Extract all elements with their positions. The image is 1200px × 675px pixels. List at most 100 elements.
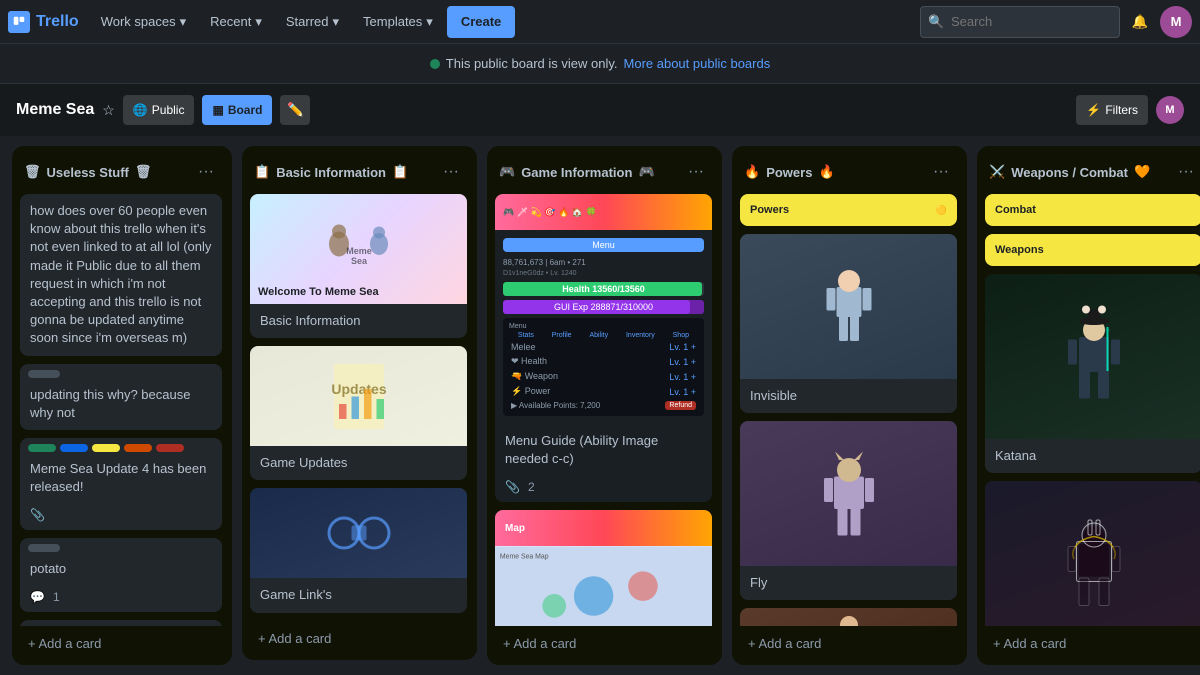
- trello-logo-text: Trello: [36, 13, 79, 31]
- public-boards-link[interactable]: More about public boards: [624, 56, 771, 71]
- add-card-powers[interactable]: + Add a card: [740, 630, 959, 657]
- trello-logo-icon: [8, 11, 30, 33]
- filters-button[interactable]: ⚡ Filters: [1076, 95, 1148, 125]
- board-header: Meme Sea ☆ 🌐 Public ▦ Board ✏️ ⚡ Filters…: [0, 84, 1200, 136]
- column-title-weapons: ⚔️ Weapons / Combat 🧡: [989, 164, 1150, 180]
- label-gray2: [28, 544, 60, 552]
- card-basic-info[interactable]: Meme Sea Welcome To Meme Sea Basic Infor…: [250, 194, 467, 338]
- trash-icon: 🗑: [24, 164, 41, 180]
- updates-svg: Updates: [309, 354, 409, 439]
- powers-header-bar: Powers 🟡: [740, 194, 957, 226]
- card-useless-2[interactable]: updating this why? because why not: [20, 364, 222, 430]
- card-invisible[interactable]: Invisible: [740, 234, 957, 413]
- card-powers-header[interactable]: Powers 🟡: [740, 194, 957, 226]
- column-menu-game[interactable]: ···: [682, 158, 710, 186]
- add-card-basic[interactable]: + Add a card: [250, 625, 469, 652]
- add-card-useless[interactable]: + Add a card: [20, 630, 224, 657]
- health-bar: Health 13560/13560: [503, 282, 704, 296]
- gamepad-icon: 🎮: [499, 164, 515, 180]
- chevron-down-icon: ▾: [426, 14, 433, 30]
- notifications-button[interactable]: 🔔: [1124, 6, 1156, 38]
- meme-sea-svg: Meme Sea: [309, 204, 409, 294]
- workspaces-button[interactable]: Work spaces ▾: [91, 6, 196, 38]
- customize-button[interactable]: ✏️: [280, 95, 310, 125]
- gamepad-icon2: 🎮: [638, 164, 654, 180]
- card-fly[interactable]: Fly: [740, 421, 957, 600]
- star-button[interactable]: ☆: [102, 102, 115, 119]
- sword-icon: ⚔️: [989, 164, 1005, 180]
- ability-menu: Menu StatsProfileAbilityInventoryShop Me…: [503, 318, 704, 416]
- stats-line: 88,761,673 | 6am • 271: [495, 256, 712, 269]
- board-area: 🗑 Useless Stuff 🗑 ··· how does over 60 p…: [0, 136, 1200, 675]
- label-green: [28, 444, 56, 452]
- card-game-links[interactable]: Game Link's: [250, 488, 467, 612]
- map-header: Map: [495, 510, 712, 546]
- clipboard-icon: 📋: [254, 164, 270, 180]
- column-header-game: 🎮 Game Information 🎮 ···: [495, 154, 714, 194]
- column-title-basic: 📋 Basic Information 📋: [254, 164, 408, 180]
- column-menu-powers[interactable]: ···: [927, 158, 955, 186]
- fire-icon2: 🔥: [818, 164, 834, 180]
- trash-icon2: 🗑: [135, 164, 152, 180]
- card-useless-3[interactable]: Meme Sea Update 4 has been released! 📎: [20, 438, 222, 530]
- combat-header-bar: Combat: [985, 194, 1200, 226]
- column-powers: 🔥 Powers 🔥 ··· Powers 🟡: [732, 146, 967, 665]
- add-card-weapons[interactable]: + Add a card: [985, 630, 1200, 657]
- map-svg: Meme Sea Map: [495, 546, 712, 626]
- card-hanger[interactable]: Hanger: [985, 481, 1200, 626]
- label-blue: [60, 444, 88, 452]
- svg-text:Meme Sea Map: Meme Sea Map: [500, 554, 549, 561]
- map-image: Meme Sea Map: [495, 546, 712, 626]
- card-map[interactable]: Map Meme Sea Map: [495, 510, 712, 626]
- column-menu-useless[interactable]: ···: [192, 158, 220, 186]
- cards-useless: how does over 60 people even know about …: [20, 194, 224, 626]
- gui-bar: GUI Exp 288871/310000: [503, 300, 704, 314]
- globe-icon: 🌐: [133, 103, 148, 117]
- updates-image: Updates: [250, 346, 467, 446]
- label-gray: [28, 370, 60, 378]
- column-menu-weapons[interactable]: ···: [1172, 158, 1200, 186]
- cards-basic: Meme Sea Welcome To Meme Sea Basic Infor…: [250, 194, 469, 621]
- search-input[interactable]: [920, 6, 1120, 38]
- visibility-button[interactable]: 🌐 Public: [123, 95, 195, 125]
- label-orange: [124, 444, 152, 452]
- card-weapons-header[interactable]: Weapons: [985, 234, 1200, 266]
- cards-powers: Powers 🟡: [740, 194, 959, 626]
- clipboard-icon2: 📋: [392, 164, 408, 180]
- attachment-icon: 📎: [30, 508, 45, 522]
- column-title-useless: 🗑 Useless Stuff 🗑: [24, 164, 151, 180]
- fire-icon: 🔥: [744, 164, 760, 180]
- game-info-header: 🎮 🗡 💫 🎯 🔥 🏠 🍀: [495, 194, 712, 230]
- column-menu-basic[interactable]: ···: [437, 158, 465, 186]
- label-red: [156, 444, 184, 452]
- column-header-basic: 📋 Basic Information 📋 ···: [250, 154, 469, 194]
- card-useless-1[interactable]: how does over 60 people even know about …: [20, 194, 222, 356]
- column-game-info: 🎮 Game Information 🎮 ··· 🎮 🗡 💫 🎯 🔥 🏠 🍀 M…: [487, 146, 722, 665]
- hanger-svg: [1034, 489, 1154, 626]
- card-useless-5[interactable]: Tier List Broken Rn So I'll Update It An…: [20, 620, 222, 626]
- chevron-down-icon: ▾: [255, 14, 262, 30]
- card-power-3[interactable]: [740, 608, 957, 626]
- board-view-button[interactable]: ▦ Board: [202, 95, 272, 125]
- avatar[interactable]: M: [1160, 6, 1192, 38]
- card-game-updates[interactable]: Updates Game Updates: [250, 346, 467, 480]
- board-avatar[interactable]: M: [1156, 96, 1184, 124]
- starred-button[interactable]: Starred ▾: [276, 6, 349, 38]
- add-card-game[interactable]: + Add a card: [495, 630, 714, 657]
- recent-button[interactable]: Recent ▾: [200, 6, 272, 38]
- public-banner: This public board is view only. More abo…: [0, 44, 1200, 84]
- column-weapons: ⚔️ Weapons / Combat 🧡 ··· Combat Weapons: [977, 146, 1200, 665]
- card-useless-4[interactable]: potato 💬 1: [20, 538, 222, 612]
- column-header-powers: 🔥 Powers 🔥 ···: [740, 154, 959, 194]
- card-combat-header[interactable]: Combat: [985, 194, 1200, 226]
- invisible-image: [740, 234, 957, 379]
- card-katana[interactable]: Katana: [985, 274, 1200, 473]
- templates-button[interactable]: Templates ▾: [353, 6, 443, 38]
- board-title: Meme Sea: [16, 101, 94, 119]
- filter-icon: ⚡: [1086, 103, 1101, 117]
- create-button[interactable]: Create: [447, 6, 515, 38]
- fly-svg: [794, 434, 904, 554]
- hanger-image: [985, 481, 1200, 626]
- card-game-info-special[interactable]: 🎮 🗡 💫 🎯 🔥 🏠 🍀 Menu 88,761,673 | 6am • 27…: [495, 194, 712, 502]
- orange-heart-icon: 🧡: [1134, 164, 1150, 180]
